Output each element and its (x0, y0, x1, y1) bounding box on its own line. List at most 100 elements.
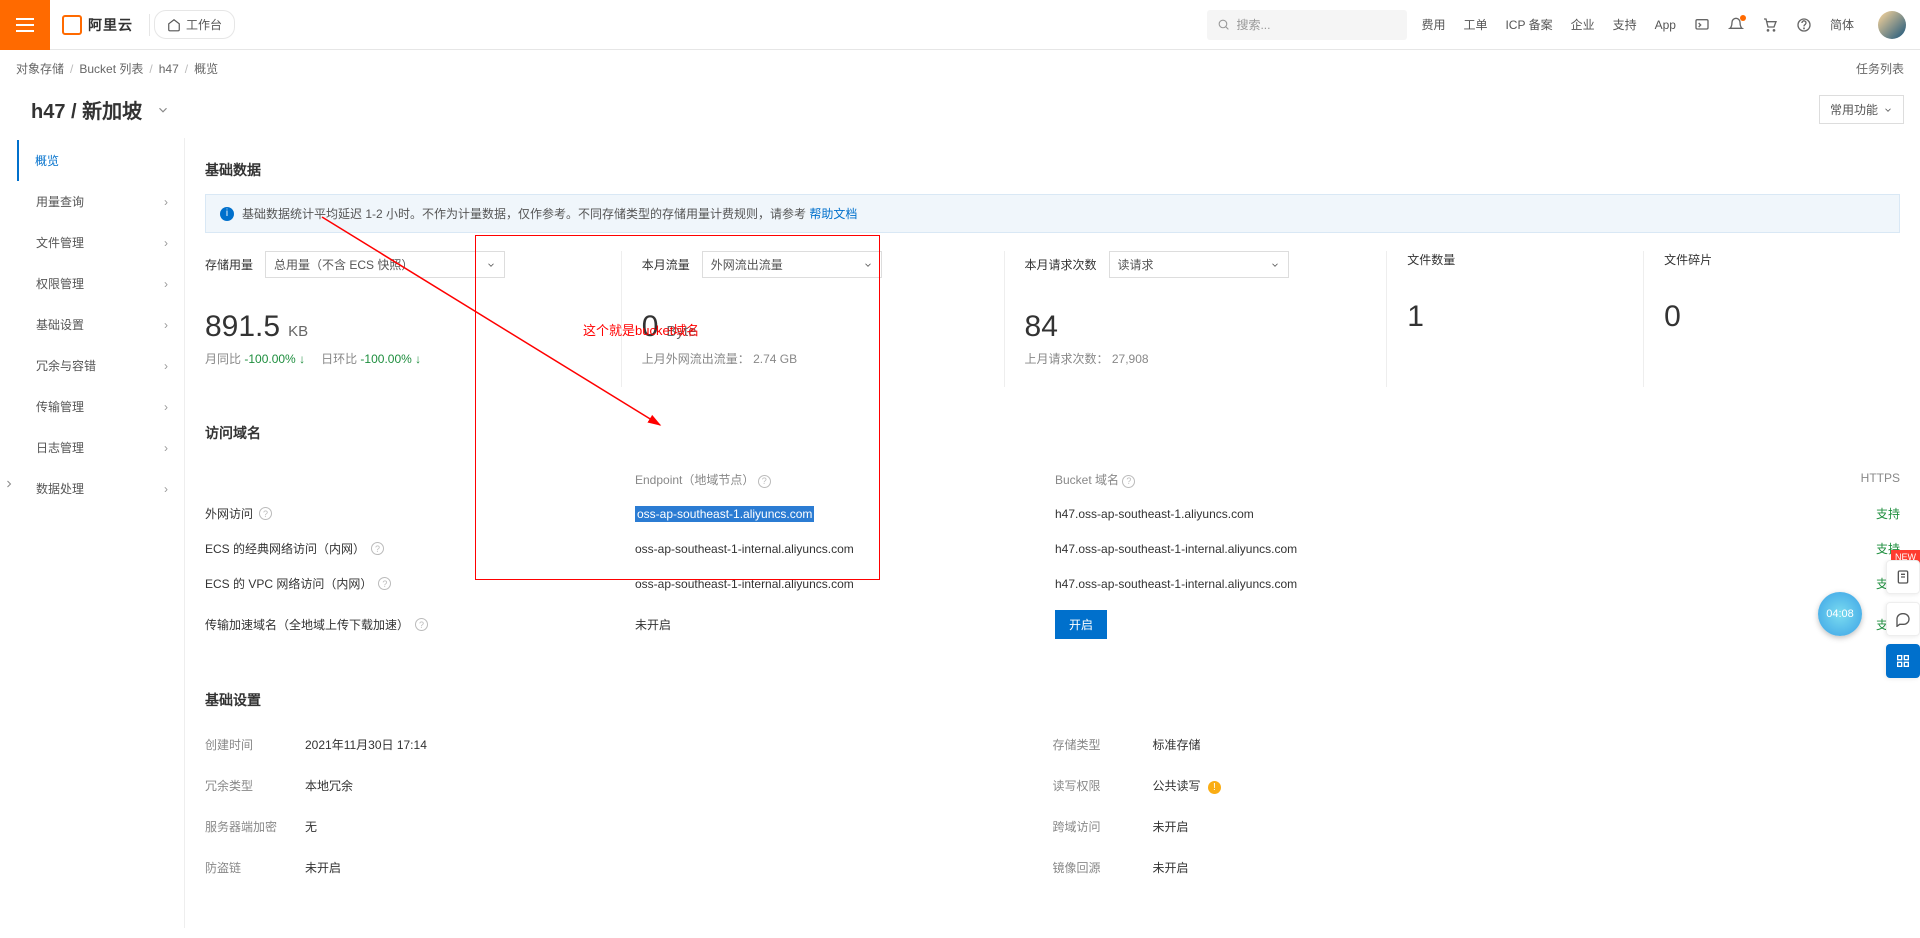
top-nav-links: 费用 工单 ICP 备案 企业 支持 App 简体 (1421, 11, 1920, 39)
lbl-cors: 跨域访问 (1053, 818, 1153, 835)
val-rw: 公共读写 ! (1153, 777, 1221, 794)
top-bar: 阿里云 工作台 搜索... 费用 工单 ICP 备案 企业 支持 App 简体 (0, 0, 1920, 50)
storage-mom: -100.00% ↓ (244, 352, 305, 366)
help-icon[interactable]: ? (378, 577, 391, 590)
nav-basic-settings[interactable]: 基础设置› (17, 304, 184, 345)
domain-row: 外网访问 ? oss-ap-southeast-1.aliyuncs.com h47… (205, 496, 1900, 531)
endpoint-value[interactable]: oss-ap-southeast-1.aliyuncs.com (635, 506, 814, 522)
search-icon (1217, 18, 1230, 31)
divider (149, 14, 150, 36)
bell-icon[interactable] (1728, 17, 1744, 33)
requests-last: 27,908 (1112, 352, 1149, 366)
nav-overview[interactable]: 概览 (17, 140, 184, 181)
nav-logs[interactable]: 日志管理› (17, 427, 184, 468)
lbl-created: 创建时间 (205, 736, 305, 753)
hamburger-icon (16, 18, 34, 32)
th-https: HTTPS (1840, 471, 1900, 488)
link-lang[interactable]: 简体 (1830, 16, 1854, 33)
side-nav: 概览 用量查询› 文件管理› 权限管理› 基础设置› 冗余与容错› 传输管理› … (17, 138, 185, 928)
help-icon[interactable] (1796, 17, 1812, 33)
logo[interactable]: 阿里云 (50, 15, 145, 35)
help-icon[interactable]: ? (371, 542, 384, 555)
link-ticket[interactable]: 工单 (1463, 16, 1487, 33)
sub-bar: 对象存储/ Bucket 列表/ h47/ 概览 任务列表 (0, 50, 1920, 87)
link-icp[interactable]: ICP 备案 (1505, 16, 1552, 33)
title-row: h47 / 新加坡 常用功能 (17, 87, 1920, 138)
chevron-down-icon (1883, 105, 1893, 115)
domain-row: ECS 的 VPC 网络访问（内网） ?oss-ap-southeast-1-i… (205, 566, 1900, 601)
expand-sidebar-icon[interactable] (3, 477, 15, 491)
chevron-down-icon[interactable] (156, 103, 170, 117)
crumb-overview: 概览 (194, 60, 218, 77)
float-apps-button[interactable] (1886, 644, 1920, 678)
hamburger-menu-button[interactable] (0, 0, 50, 50)
stat-requests: 本月请求次数 读请求 84 上月请求次数： 27,908 (1005, 251, 1388, 387)
stat-traffic: 本月流量 外网流出流量 0Byte 上月外网流出流量： 2.74 GB (622, 251, 1005, 387)
val-created: 2021年11月30日 17:14 (305, 736, 427, 753)
domain-row-label: 外网访问 (205, 505, 253, 522)
traffic-select[interactable]: 外网流出流量 (702, 251, 882, 278)
help-icon[interactable]: ? (758, 475, 771, 488)
bucket-domain-value: h47.oss-ap-southeast-1-internal.aliyuncs… (1055, 577, 1297, 591)
enable-button[interactable]: 开启 (1055, 610, 1107, 639)
info-banner: i 基础数据统计平均延迟 1-2 小时。不作为计量数据，仅作参考。不同存储类型的… (205, 194, 1900, 233)
domain-row: ECS 的经典网络访问（内网） ?oss-ap-southeast-1-inte… (205, 531, 1900, 566)
section-basic-data: 基础数据 (205, 152, 1900, 194)
th-endpoint: Endpoint（地域节点） (635, 473, 754, 487)
float-chat-button[interactable] (1886, 602, 1920, 636)
nav-transfer[interactable]: 传输管理› (17, 386, 184, 427)
lbl-encrypt: 服务器端加密 (205, 818, 305, 835)
float-doc-button[interactable] (1886, 560, 1920, 594)
crumb-oss[interactable]: 对象存储 (16, 60, 64, 77)
cart-icon[interactable] (1762, 17, 1778, 33)
main-content: 基础数据 i 基础数据统计平均延迟 1-2 小时。不作为计量数据，仅作参考。不同… (185, 138, 1920, 928)
stat-traffic-label: 本月流量 (642, 256, 690, 273)
nav-redundancy[interactable]: 冗余与容错› (17, 345, 184, 386)
nav-permissions[interactable]: 权限管理› (17, 263, 184, 304)
crumb-h47[interactable]: h47 (159, 62, 179, 76)
nav-files[interactable]: 文件管理› (17, 222, 184, 263)
stat-storage: 存储用量 总用量（不含 ECS 快照） 891.5KB 月同比 -100.00%… (205, 251, 622, 387)
info-text: 基础数据统计平均延迟 1-2 小时。不作为计量数据，仅作参考。不同存储类型的存储… (242, 207, 809, 221)
logo-icon (62, 15, 82, 35)
crumb-bucket-list[interactable]: Bucket 列表 (79, 60, 143, 77)
common-functions-button[interactable]: 常用功能 (1819, 95, 1904, 124)
help-icon[interactable]: ? (415, 618, 428, 631)
files-value: 1 (1407, 300, 1424, 334)
stat-frags-label: 文件碎片 (1664, 251, 1712, 268)
help-doc-link[interactable]: 帮助文档 (809, 207, 857, 221)
val-mirror: 未开启 (1153, 859, 1189, 876)
storage-select[interactable]: 总用量（不含 ECS 快照） (265, 251, 505, 278)
workbench-button[interactable]: 工作台 (154, 10, 235, 39)
domain-row: 传输加速域名（全地域上传下载加速） ?未开启开启支持 (205, 601, 1900, 648)
bucket-domain-value: h47.oss-ap-southeast-1.aliyuncs.com (1055, 507, 1254, 521)
left-gutter (0, 87, 17, 928)
link-app[interactable]: App (1655, 18, 1676, 32)
stat-storage-label: 存储用量 (205, 256, 253, 273)
requests-select[interactable]: 读请求 (1109, 251, 1289, 278)
help-icon[interactable]: ? (259, 507, 272, 520)
nav-data-process[interactable]: 数据处理› (17, 468, 184, 509)
val-redundancy: 本地冗余 (305, 777, 353, 794)
https-value: 支持 (1876, 507, 1900, 521)
lbl-referer: 防盗链 (205, 859, 305, 876)
domain-row-label: 传输加速域名（全地域上传下载加速） (205, 616, 409, 633)
warning-icon: ! (1208, 781, 1221, 794)
avatar[interactable] (1878, 11, 1906, 39)
link-enterprise[interactable]: 企业 (1571, 16, 1595, 33)
terminal-icon[interactable] (1694, 17, 1710, 33)
info-icon: i (220, 207, 234, 221)
storage-dod: -100.00% ↓ (360, 352, 421, 366)
nav-usage[interactable]: 用量查询› (17, 181, 184, 222)
task-list-link[interactable]: 任务列表 (1856, 60, 1904, 77)
endpoint-value: oss-ap-southeast-1-internal.aliyuncs.com (635, 542, 854, 556)
chevron-down-icon (486, 260, 496, 270)
chevron-down-icon (1270, 260, 1280, 270)
link-fee[interactable]: 费用 (1421, 16, 1445, 33)
link-support[interactable]: 支持 (1613, 16, 1637, 33)
endpoint-value: 未开启 (635, 618, 671, 632)
search-input[interactable]: 搜索... (1207, 10, 1407, 40)
stat-requests-label: 本月请求次数 (1025, 256, 1097, 273)
help-icon[interactable]: ? (1122, 475, 1135, 488)
timer-badge[interactable]: 04:08 (1818, 592, 1862, 636)
